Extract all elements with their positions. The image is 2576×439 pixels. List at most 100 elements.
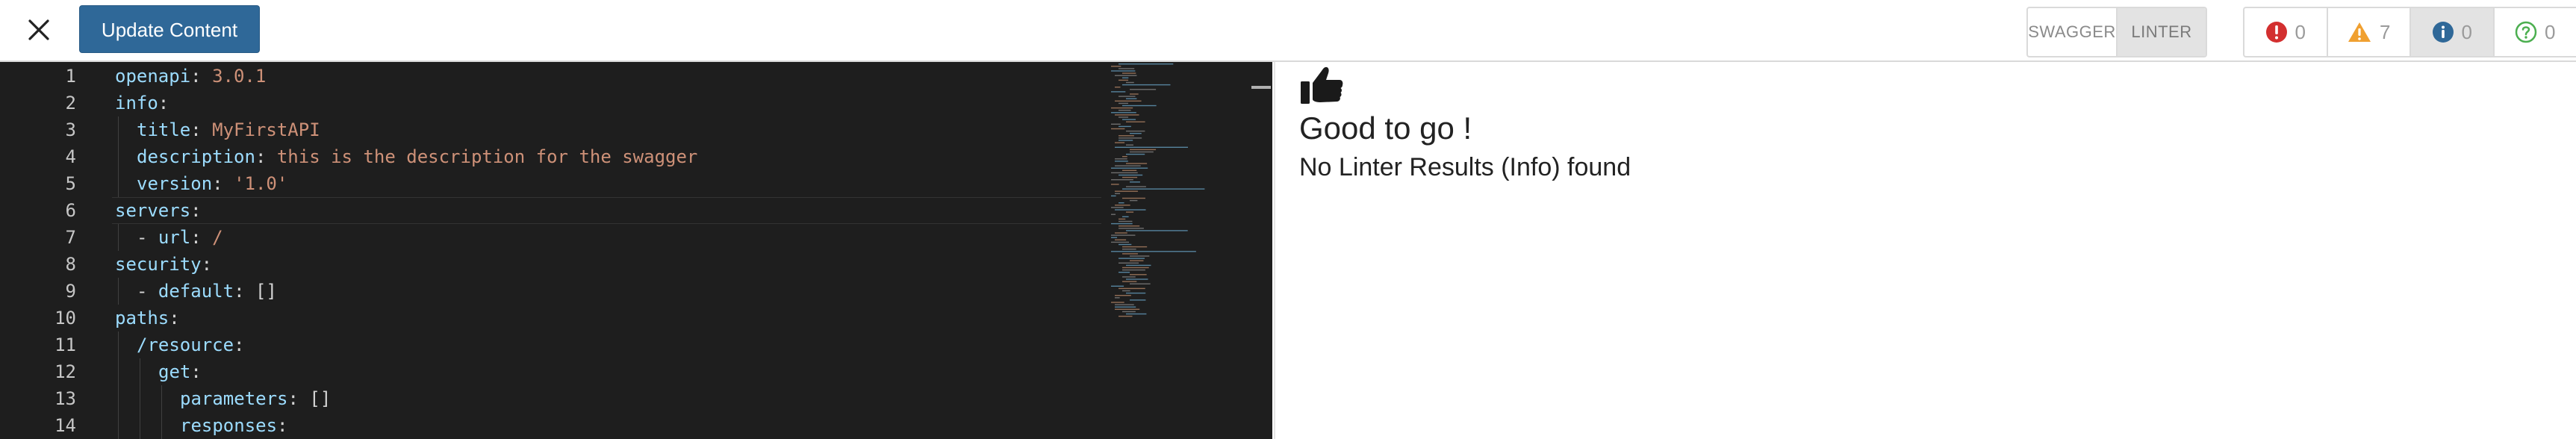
code-line: openapi: 3.0.1 [115,63,266,90]
indent-guide [118,224,119,251]
code-token: responses [180,415,278,436]
code-line: info: [115,90,169,116]
line-number: 3 [65,119,76,140]
code-line: responses: [180,412,288,439]
line-number: 14 [55,415,76,436]
minimap-line [1115,209,1146,211]
indent-guide [161,385,162,412]
minimap-line [1126,81,1134,84]
help-icon [2515,21,2537,43]
code-token: info [115,93,158,113]
code-token: : [234,334,245,355]
minimap-line [1119,79,1129,81]
minimap-line [1119,137,1142,139]
code-line: security: [115,251,212,278]
line-number: 9 [65,281,76,302]
minimap-line [1111,222,1133,225]
code-line: description: this is the description for… [137,143,697,170]
line-number: 2 [65,93,76,113]
warning-filter[interactable]: 7 [2326,8,2410,56]
code-token: '1.0' [234,173,288,194]
code-token: : [190,227,213,248]
minimap-line [1122,169,1137,171]
minimap-line [1130,199,1138,202]
code-line: get: [158,358,202,385]
minimap-line [1115,165,1141,166]
code-editor[interactable]: 1 2 3 4 5 6 7 8 9 10 11 12 13 14 openapi: 3.0.1 info: t… [0,62,1272,439]
code-line: title: MyFirstAPI [137,116,320,143]
minimap-line [1119,135,1134,137]
minimap-line [1111,214,1116,215]
linter-results-panel: Good to go ! No Linter Results (Info) fo… [1274,62,2576,439]
minimap-line [1119,102,1128,105]
tab-linter[interactable]: LINTER [2116,8,2206,56]
code-token: openapi [115,66,191,87]
current-line-highlight [112,197,1101,224]
minimap-line [1119,220,1133,222]
code-token: paths [115,308,169,329]
minimap-line [1130,133,1142,134]
thumbs-up-icon [1299,65,1344,109]
view-toggle: SWAGGER LINTER [2026,7,2207,57]
minimap-line [1130,149,1157,151]
minimap-line [1115,304,1134,305]
indent-guide [118,170,119,197]
warning-count: 7 [2380,20,2391,43]
code-token: : [190,119,213,140]
code-token: servers [115,200,191,221]
line-number: 10 [55,308,76,329]
top-toolbar: Update Content SWAGGER LINTER 0 7 0 0 [0,0,2576,62]
line-number: 6 [65,200,76,221]
indent-guide [118,385,119,412]
indent-guide [118,116,119,143]
minimap-line [1115,306,1136,308]
info-filter[interactable]: 0 [2409,8,2493,56]
minimap-line [1115,100,1142,102]
minimap-line [1115,308,1140,310]
minimap-line [1111,70,1136,72]
line-number: 5 [65,173,76,194]
minimap-line [1115,114,1139,116]
code-token: parameters [180,388,288,409]
minimap-line [1126,163,1148,164]
minimap-line [1126,144,1133,146]
minimap-line [1126,153,1145,155]
code-token: : [169,308,180,329]
error-icon [2265,22,2287,43]
error-count: 0 [2295,20,2306,43]
code-line: /resource: [137,331,245,358]
minimap-line [1119,116,1129,118]
minimap-line [1126,186,1146,187]
code-token: : [190,66,213,87]
code-token: description [137,146,255,167]
minimap[interactable] [1108,62,1257,439]
line-number: 12 [55,361,76,382]
tab-swagger[interactable]: SWAGGER [2028,8,2116,56]
close-icon [28,19,49,40]
minimap-line [1122,253,1138,255]
code-token: default [158,281,234,302]
error-filter[interactable]: 0 [2244,8,2327,56]
hint-count: 0 [2545,20,2556,43]
minimap-line [1119,218,1126,220]
linter-filter-group: 0 7 0 0 [2243,7,2576,57]
minimap-line [1126,230,1188,231]
code-line: parameters: [] [180,385,331,412]
minimap-line [1119,225,1140,227]
update-content-button[interactable]: Update Content [79,5,260,53]
minimap-line [1115,190,1138,192]
minimap-line [1111,167,1148,169]
minimap-line [1111,207,1124,208]
scrollbar-thumb[interactable] [1251,86,1271,89]
minimap-line [1111,112,1136,113]
code-token: - [137,227,158,248]
code-token: [] [309,388,332,409]
code-token: : [190,361,202,382]
hint-filter[interactable]: 0 [2492,8,2576,56]
minimap-line [1119,125,1131,128]
close-button[interactable] [22,13,55,46]
minimap-line [1111,237,1118,238]
minimap-line [1119,243,1132,246]
code-token: /resource [137,334,234,355]
code-token: title [137,119,191,140]
